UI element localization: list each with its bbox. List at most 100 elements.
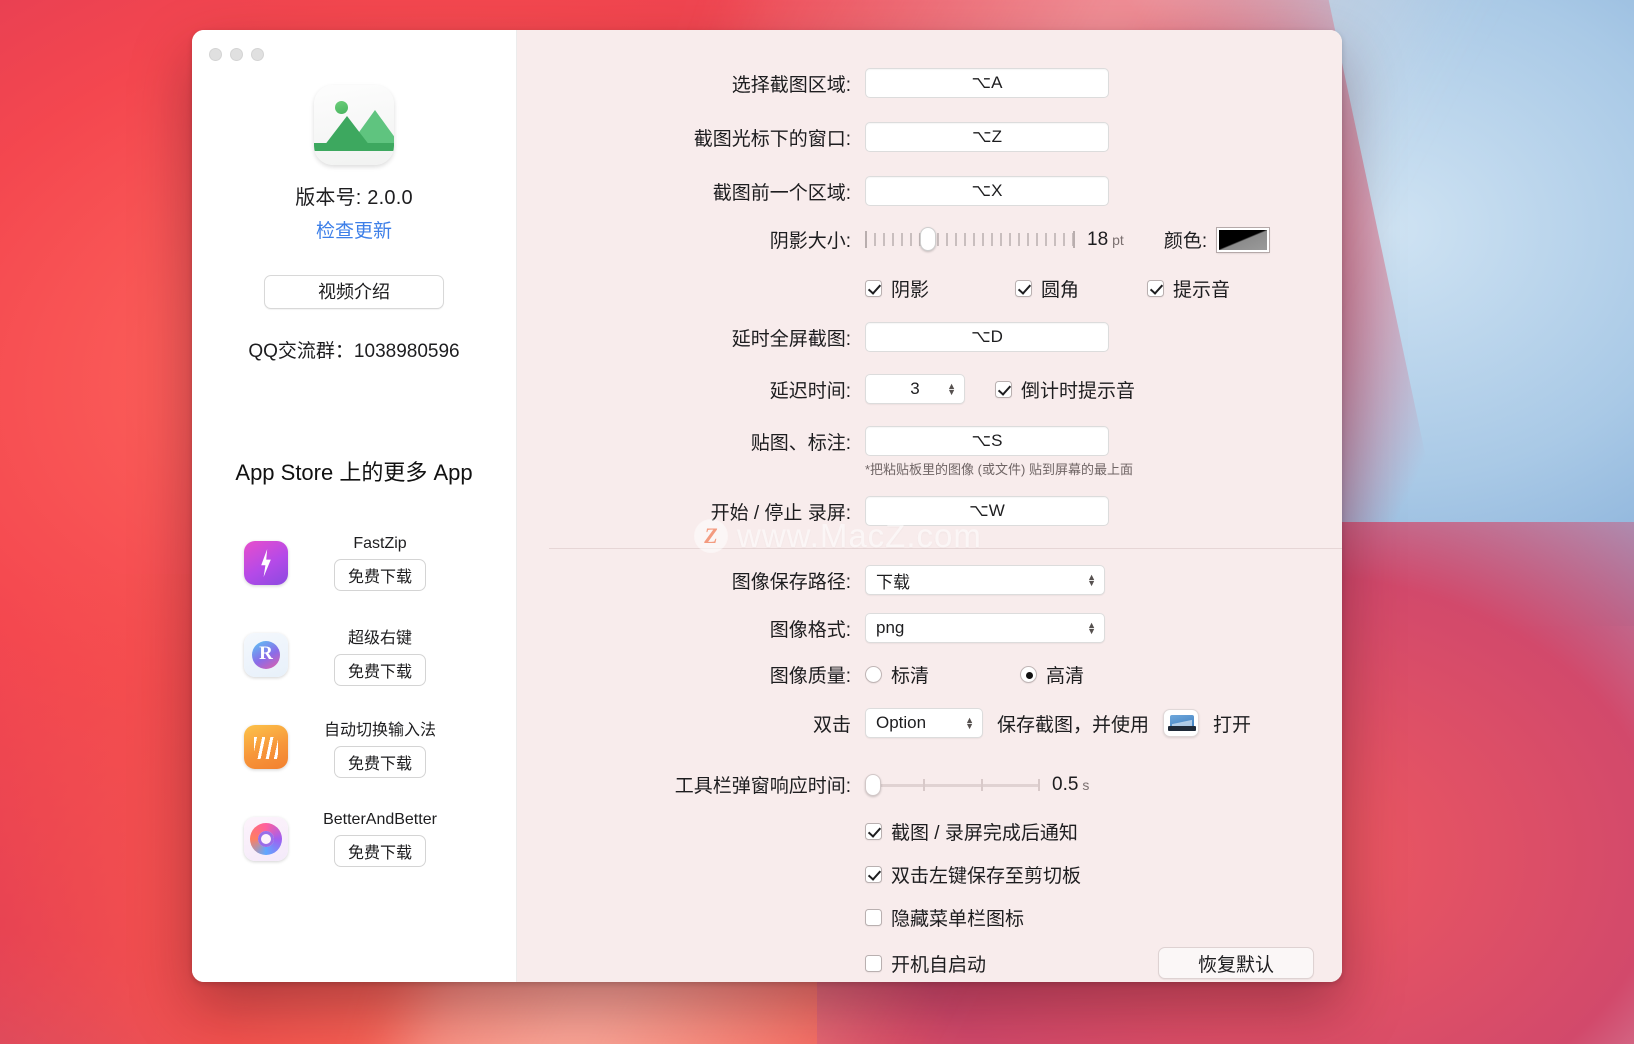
delay-time-row: 延迟时间: 3 ▲ ▼ 倒计时提示音 bbox=[517, 374, 1342, 404]
record-screen-label: 开始 / 停止 录屏: bbox=[710, 502, 851, 524]
checkbox-label: 双击左键保存至剪切板 bbox=[891, 866, 1082, 887]
autostart-checkbox[interactable]: 开机自启动 bbox=[865, 950, 986, 977]
image-quality-row: 图像质量: 标清 高清 bbox=[517, 661, 1342, 688]
free-download-button[interactable]: 免费下载 bbox=[333, 559, 426, 591]
delay-time-value: 3 bbox=[910, 379, 920, 398]
image-format-select[interactable]: png ▲ ▼ bbox=[865, 613, 1105, 643]
save-path-value: 下载 bbox=[876, 572, 910, 592]
capture-previous-hotkey-input[interactable]: ⌥X bbox=[865, 176, 1109, 206]
slider-ticks bbox=[865, 232, 1075, 246]
checkbox-box bbox=[865, 866, 882, 883]
delay-fullscreen-hotkey-input[interactable]: ⌥D bbox=[865, 322, 1109, 352]
double-click-middle-label: 保存截图，并使用 bbox=[997, 714, 1150, 736]
double-click-hint: *选择自动打开的 App 名称 bbox=[517, 740, 1342, 759]
double-click-hint-row: *选择自动打开的 App 名称 bbox=[517, 740, 1342, 759]
shadow-size-unit: pt bbox=[1112, 231, 1124, 248]
quality-standard-radio[interactable]: 标清 bbox=[865, 661, 1020, 688]
list-item-label: 超级右键 bbox=[347, 630, 412, 647]
double-click-modifier-select[interactable]: Option ▲ ▼ bbox=[865, 708, 983, 738]
capture-window-row: 截图光标下的窗口: ⌥Z bbox=[517, 122, 1342, 152]
checkbox-box bbox=[995, 380, 1012, 398]
checkbox-label: 开机自启动 bbox=[891, 954, 987, 976]
toolbar-delay-unit: s bbox=[1082, 776, 1090, 793]
delay-fullscreen-row: 延时全屏截图: ⌥D bbox=[517, 322, 1342, 352]
checkbox-label: 圆角 bbox=[1041, 280, 1080, 301]
zoom-button[interactable] bbox=[251, 48, 264, 61]
capture-window-hotkey-input[interactable]: ⌥Z bbox=[865, 122, 1109, 152]
restore-defaults-button[interactable]: 恢复默认 bbox=[1158, 947, 1315, 979]
slider-knob[interactable] bbox=[920, 226, 936, 251]
close-button[interactable] bbox=[209, 48, 222, 61]
free-download-button[interactable]: 免费下载 bbox=[333, 746, 426, 778]
right-click-icon bbox=[244, 633, 288, 677]
shadow-color-well[interactable] bbox=[1217, 227, 1270, 252]
toolbar-delay-row: 工具栏弹窗响应时间: 0.5 s bbox=[517, 771, 1342, 798]
slider-end-tick bbox=[1073, 230, 1075, 248]
checkbox-label: 截图 / 录屏完成后通知 bbox=[891, 823, 1078, 844]
capture-previous-label: 截图前一个区域: bbox=[712, 182, 851, 204]
checkbox-box bbox=[865, 909, 882, 926]
check-update-link[interactable]: 检查更新 bbox=[192, 216, 516, 243]
shadow-options-row: 阴影 圆角 提示音 bbox=[517, 275, 1342, 302]
radio-dot bbox=[1020, 666, 1037, 683]
sound-checkbox[interactable]: 提示音 bbox=[1147, 275, 1230, 302]
list-item[interactable]: 自动切换输入法 免费下载 bbox=[192, 701, 516, 793]
checkbox-label: 倒计时提示音 bbox=[1021, 380, 1136, 402]
video-intro-button[interactable]: 视频介绍 bbox=[264, 275, 444, 309]
radio-label: 高清 bbox=[1046, 666, 1085, 687]
capture-window-label: 截图光标下的窗口: bbox=[693, 128, 851, 150]
clipboard-checkbox[interactable]: 双击左键保存至剪切板 bbox=[865, 861, 1081, 888]
shadow-checkbox[interactable]: 阴影 bbox=[865, 275, 1015, 302]
settings-panel: 选择截图区域: ⌥A 截图光标下的窗口: ⌥Z 截图前一个区域: ⌥X 阴影大小… bbox=[517, 30, 1342, 982]
image-format-label: 图像格式: bbox=[769, 619, 851, 641]
chevron-updown-icon: ▲ ▼ bbox=[1087, 572, 1096, 588]
toolbar-delay-slider[interactable] bbox=[865, 773, 1040, 796]
list-item[interactable]: FastZip 免费下载 bbox=[192, 517, 516, 609]
capture-previous-row: 截图前一个区域: ⌥X bbox=[517, 176, 1342, 206]
save-path-row: 图像保存路径: 下载 ▲ ▼ bbox=[517, 565, 1342, 595]
checkbox-label: 隐藏菜单栏图标 bbox=[891, 909, 1025, 930]
delay-time-stepper[interactable]: 3 ▲ ▼ bbox=[865, 374, 965, 404]
app-icon-container bbox=[192, 85, 516, 165]
checkbox-label: 提示音 bbox=[1173, 280, 1231, 301]
list-item[interactable]: BetterAndBetter 免费下载 bbox=[192, 793, 516, 885]
list-item-body: FastZip 免费下载 bbox=[288, 535, 516, 591]
checkbox-box bbox=[865, 280, 882, 297]
toolbar-delay-label: 工具栏弹窗响应时间: bbox=[674, 776, 851, 797]
hide-menubar-checkbox[interactable]: 隐藏菜单栏图标 bbox=[865, 904, 1024, 931]
capture-area-hotkey-input[interactable]: ⌥A bbox=[865, 68, 1109, 98]
chevron-updown-icon: ▲ ▼ bbox=[1087, 620, 1096, 636]
list-item-body: 超级右键 免费下载 bbox=[288, 624, 516, 686]
shadow-color-label: 颜色: bbox=[1163, 231, 1208, 252]
slider-start-tick bbox=[865, 230, 867, 248]
landscape-photo-icon bbox=[314, 85, 394, 165]
sticker-hint-row: *把粘贴板里的图像 (或文件) 贴到屏幕的最上面 bbox=[517, 459, 1342, 478]
record-screen-hotkey-input[interactable]: ⌥W bbox=[865, 496, 1109, 526]
slider-tick-1 bbox=[922, 778, 925, 791]
list-item-label: BetterAndBetter bbox=[323, 811, 437, 828]
free-download-button[interactable]: 免费下载 bbox=[333, 654, 426, 686]
mountain-front-shape bbox=[323, 115, 370, 146]
double-click-modifier-value: Option bbox=[876, 713, 927, 732]
free-download-button[interactable]: 免费下载 bbox=[333, 835, 426, 867]
sticker-annotate-hotkey-input[interactable]: ⌥S bbox=[865, 426, 1109, 456]
radio-label: 标清 bbox=[891, 666, 930, 687]
slider-knob[interactable] bbox=[865, 773, 881, 796]
window-traffic-lights bbox=[209, 48, 264, 61]
image-quality-label: 图像质量: bbox=[769, 666, 851, 687]
rounded-corner-checkbox[interactable]: 圆角 bbox=[1015, 275, 1147, 302]
minimize-button[interactable] bbox=[230, 48, 243, 61]
base-shape bbox=[1168, 726, 1197, 731]
chevron-updown-icon: ▲ ▼ bbox=[965, 715, 974, 731]
countdown-sound-checkbox[interactable]: 倒计时提示音 bbox=[995, 376, 1135, 403]
shadow-size-slider[interactable] bbox=[865, 226, 1075, 251]
notify-checkbox[interactable]: 截图 / 录屏完成后通知 bbox=[865, 818, 1078, 845]
promoted-app-list: FastZip 免费下载 超级右键 免费下载 自动切换输入法 免费下载 bbox=[192, 517, 516, 885]
quality-high-radio[interactable]: 高清 bbox=[1020, 661, 1084, 688]
list-item-label: 自动切换输入法 bbox=[323, 722, 436, 739]
save-path-select[interactable]: 下载 ▲ ▼ bbox=[865, 565, 1105, 595]
list-item-body: 自动切换输入法 免费下载 bbox=[288, 716, 516, 778]
list-item[interactable]: 超级右键 免费下载 bbox=[192, 609, 516, 701]
preview-app-icon[interactable] bbox=[1163, 709, 1200, 737]
delay-time-label: 延迟时间: bbox=[769, 380, 851, 402]
